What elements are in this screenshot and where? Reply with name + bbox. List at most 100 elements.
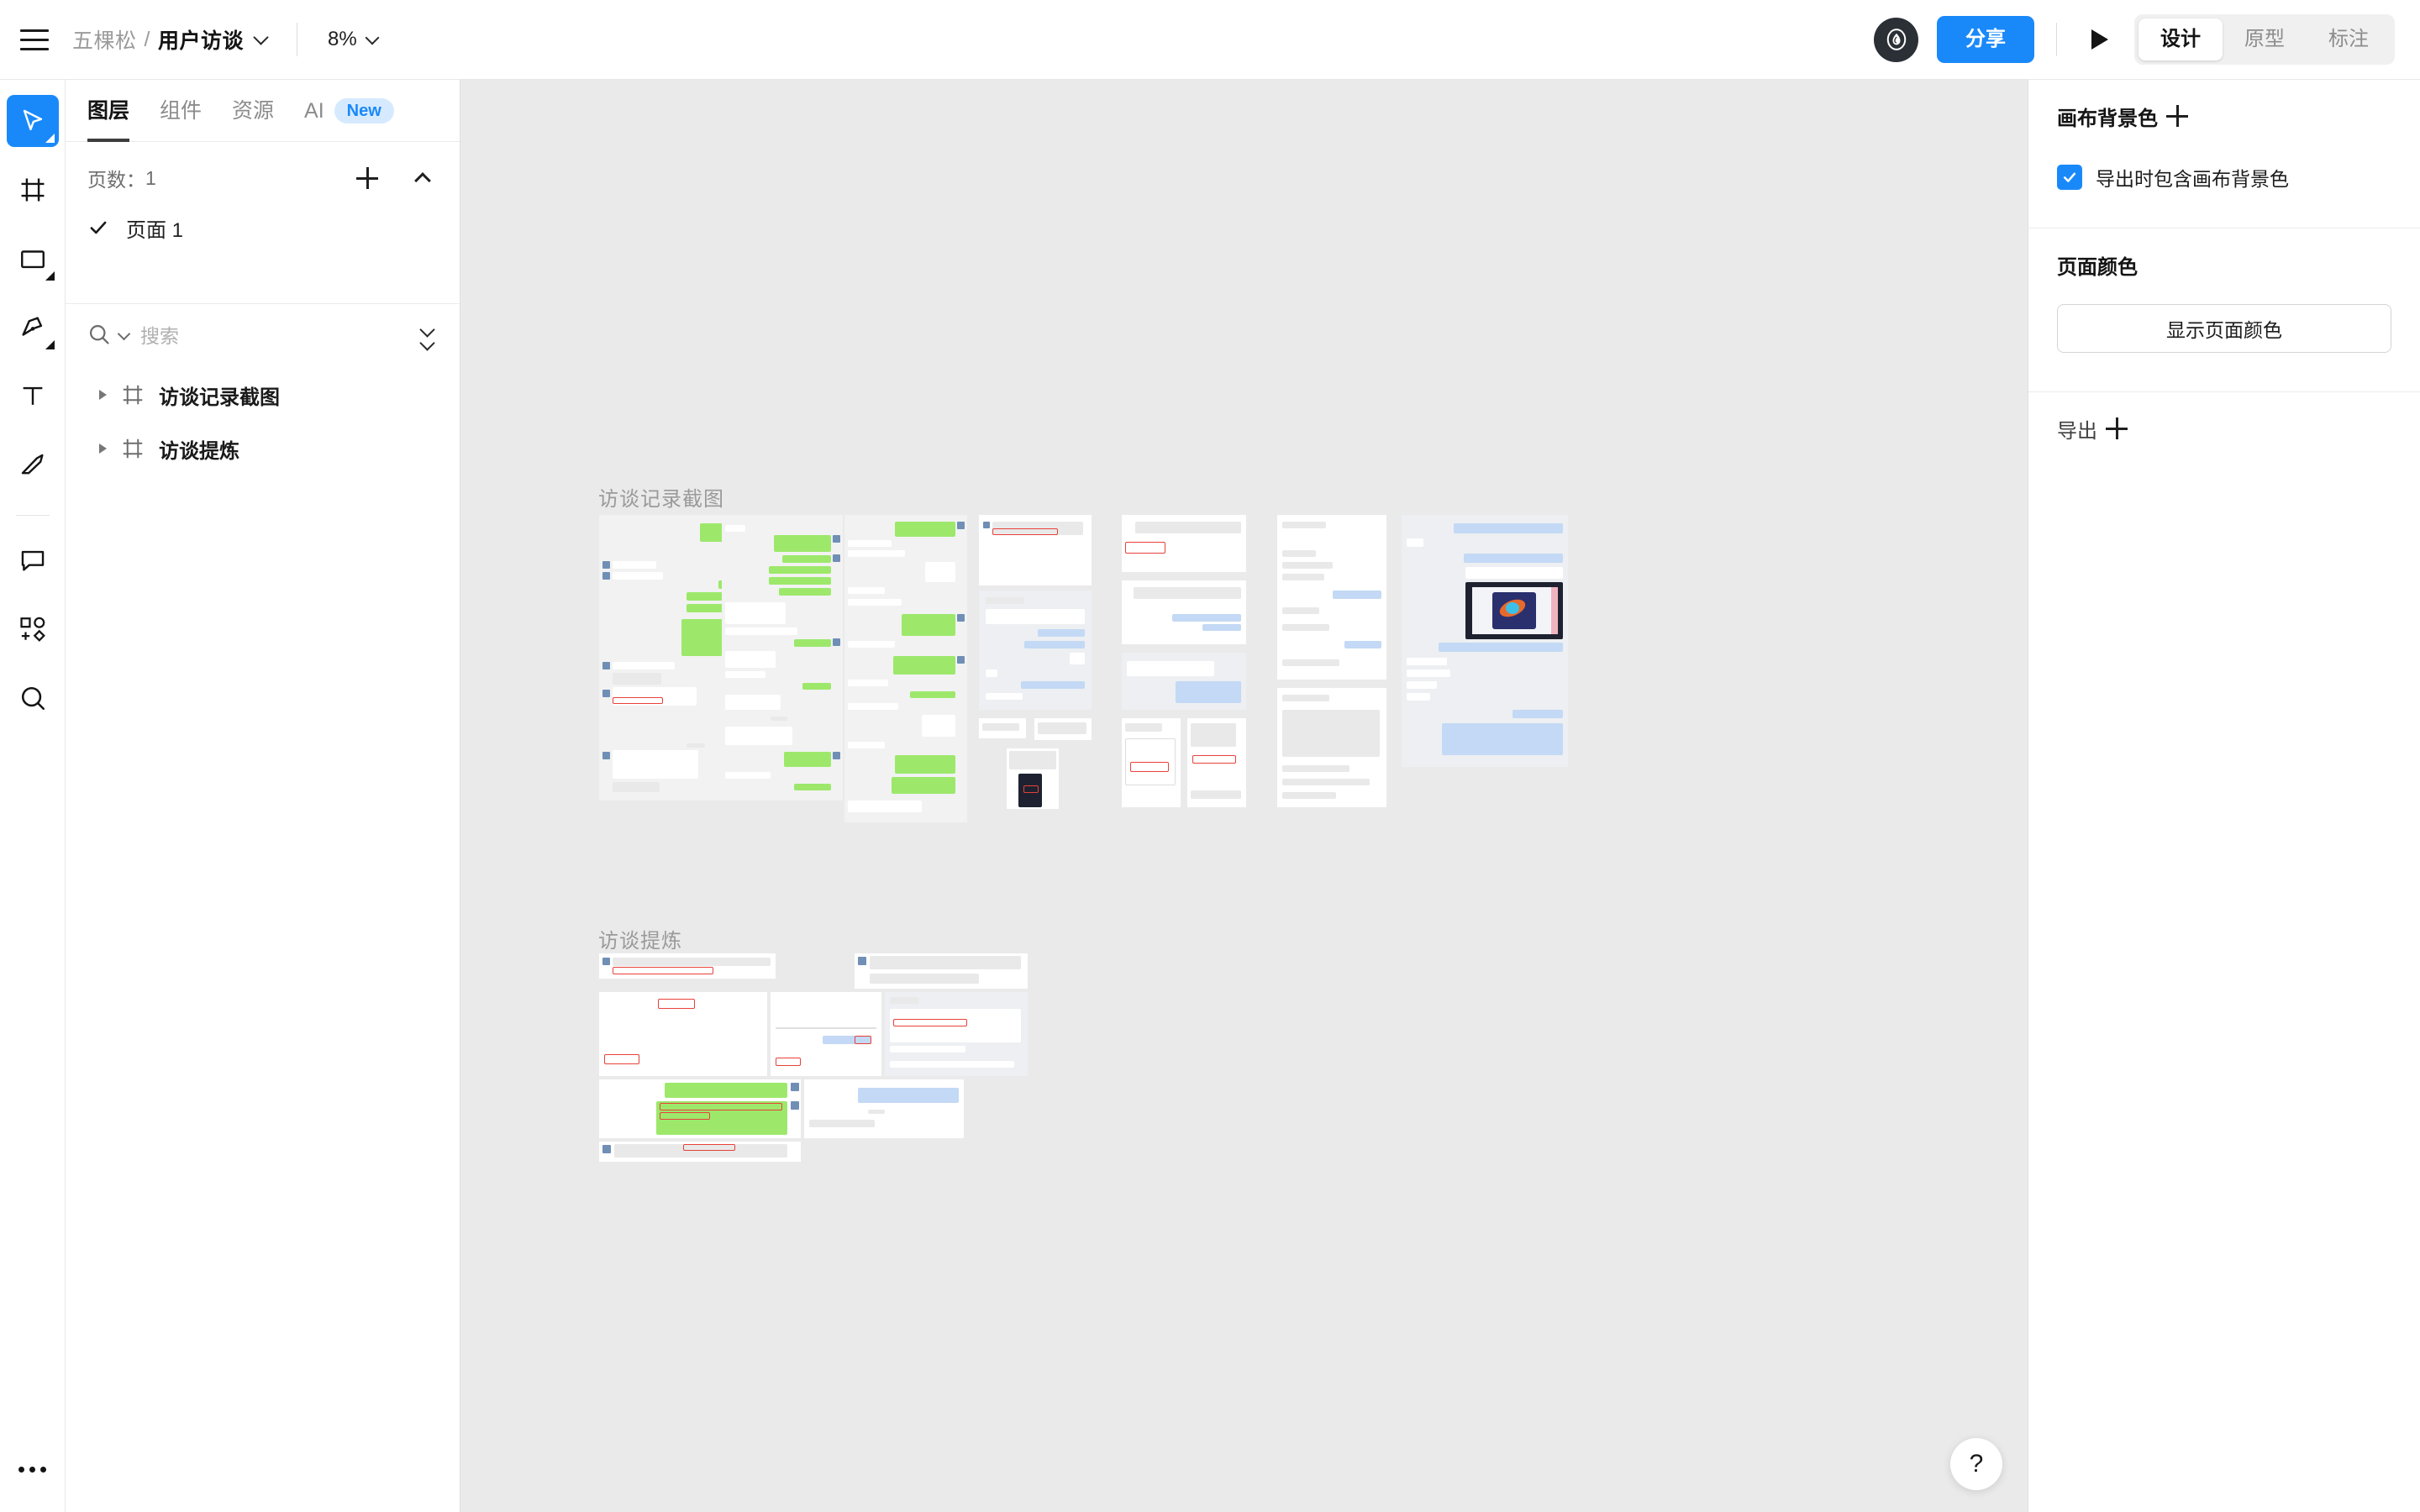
chevron-down-icon[interactable]	[253, 29, 269, 45]
canvas-artboard[interactable]	[1007, 748, 1059, 809]
canvas-artboard[interactable]	[1122, 718, 1181, 807]
play-icon[interactable]	[2079, 18, 2121, 60]
canvas-artboard[interactable]	[1122, 515, 1246, 572]
header-divider-2	[2056, 23, 2057, 56]
export-background-label: 导出时包含画布背景色	[2096, 168, 2289, 190]
plugin-tool[interactable]	[7, 603, 59, 655]
canvas-artboard[interactable]	[771, 992, 881, 1076]
rectangle-icon	[20, 250, 45, 269]
zoom-control[interactable]: 8%	[327, 28, 380, 51]
tool-expand-icon	[45, 134, 55, 143]
mode-switch: 设计 原型 标注	[2134, 14, 2395, 65]
canvas-artboard[interactable]	[1277, 688, 1386, 807]
search-icon[interactable]	[87, 323, 111, 350]
canvas-frame-label[interactable]: 访谈记录截图	[598, 482, 724, 512]
canvas-artboard[interactable]	[1187, 718, 1246, 807]
hamburger-icon[interactable]	[20, 22, 55, 57]
canvas-artboard[interactable]	[1122, 653, 1246, 710]
add-export-button[interactable]	[2097, 413, 2128, 444]
rectangle-tool[interactable]	[7, 233, 59, 285]
show-page-color-button[interactable]: 显示页面颜色	[2057, 304, 2391, 353]
plugin-icon	[19, 617, 45, 642]
slice-tool[interactable]	[7, 439, 59, 491]
zoom-tool[interactable]	[7, 672, 59, 724]
logo-icon	[1886, 29, 1906, 50]
list-item-page[interactable]: 页面 1	[66, 204, 460, 251]
frame-icon	[21, 178, 44, 202]
list-item-layer[interactable]: 访谈提炼	[66, 422, 460, 475]
tab-ai-label: AI	[304, 98, 324, 123]
canvas-artboard[interactable]	[1122, 580, 1246, 644]
right-panel: 画布背景色 导出时包含画布背景色 页面颜色 显示页面颜色 导出	[2028, 80, 2420, 1512]
canvas-artboard[interactable]	[979, 718, 1026, 738]
canvas-frame-label[interactable]: 访谈提炼	[598, 924, 682, 953]
knife-icon	[21, 454, 44, 475]
chevron-right-icon[interactable]	[99, 390, 107, 400]
canvas-artboard[interactable]	[804, 1079, 964, 1138]
checkbox[interactable]	[2057, 165, 2082, 190]
expand-all-icon[interactable]	[417, 319, 438, 354]
app-header: 五棵松 / 用户访谈 8% 分享 设计 原型 标注	[0, 0, 2420, 80]
tab-annotation[interactable]: 标注	[2307, 18, 2391, 60]
canvas-artboard[interactable]	[1034, 718, 1092, 740]
chevron-up-icon	[414, 172, 431, 189]
avatar[interactable]	[1874, 17, 1918, 62]
frame-icon	[123, 438, 143, 459]
collapse-pages-button[interactable]	[408, 163, 438, 193]
pages-count-value: 1	[145, 166, 156, 189]
canvas-artboard[interactable]	[722, 515, 843, 801]
zoom-level-label: 8%	[327, 28, 357, 50]
canvas-artboard[interactable]	[885, 992, 1028, 1076]
canvas-artboard[interactable]	[1402, 515, 1568, 767]
chevron-right-icon[interactable]	[99, 444, 107, 454]
new-badge: New	[334, 97, 394, 123]
canvas-artboard[interactable]	[599, 953, 776, 979]
export-background-checkbox-row[interactable]: 导出时包含画布背景色	[2057, 152, 2391, 202]
canvas-artboard[interactable]	[979, 515, 1092, 585]
list-item-layer[interactable]: 访谈记录截图	[66, 368, 460, 422]
add-page-button[interactable]	[352, 163, 382, 193]
tab-components[interactable]: 组件	[160, 80, 202, 142]
tab-prototype[interactable]: 原型	[2223, 18, 2307, 60]
tab-design[interactable]: 设计	[2139, 18, 2223, 60]
check-icon	[87, 217, 116, 239]
tab-resources[interactable]: 资源	[232, 80, 274, 142]
canvas-artboard[interactable]	[599, 992, 767, 1076]
plus-icon	[2166, 105, 2188, 127]
header-right-group: 分享 设计 原型 标注	[1874, 0, 2420, 79]
add-canvas-background-button[interactable]	[2158, 101, 2188, 131]
design-canvas[interactable]: 访谈记录截图 访谈提炼 ?	[460, 80, 2028, 1512]
left-toolbar	[0, 80, 66, 1512]
text-tool[interactable]	[7, 370, 59, 423]
breadcrumb-team[interactable]: 五棵松	[72, 24, 137, 55]
text-icon	[23, 386, 42, 405]
share-button[interactable]: 分享	[1937, 16, 2034, 63]
frame-tool[interactable]	[7, 164, 59, 216]
canvas-artboard[interactable]	[844, 515, 967, 822]
canvas-artboard[interactable]	[1277, 515, 1386, 680]
comment-tool[interactable]	[7, 534, 59, 586]
frame-icon	[123, 385, 143, 405]
cursor-tool[interactable]	[6, 95, 59, 147]
canvas-background-section: 画布背景色 导出时包含画布背景色	[2028, 80, 2420, 202]
canvas-artboard[interactable]	[855, 953, 1028, 989]
comment-icon	[21, 550, 44, 571]
canvas-artboard[interactable]	[979, 591, 1092, 710]
page-name: 页面 1	[126, 218, 184, 242]
cursor-icon	[23, 109, 42, 131]
tab-ai[interactable]: AI New	[304, 80, 394, 142]
search-icon	[21, 686, 45, 711]
toolbar-more-button[interactable]	[7, 1448, 59, 1490]
canvas-artboard[interactable]	[599, 1142, 801, 1162]
layer-name: 访谈提炼	[159, 439, 239, 463]
breadcrumb-file[interactable]: 用户访谈	[158, 24, 244, 55]
pen-tool[interactable]	[7, 302, 59, 354]
page-color-section: 页面颜色 显示页面颜色	[2028, 228, 2420, 353]
help-button[interactable]: ?	[1950, 1438, 2002, 1490]
left-panel: 图层 组件 资源 AI New 页数： 1 页面 1 搜索 访谈记录截图 访谈提…	[66, 80, 460, 1512]
pages-count-label: 页数：	[87, 169, 145, 191]
chevron-down-icon[interactable]	[117, 327, 131, 341]
tab-layers[interactable]: 图层	[87, 80, 130, 142]
search-input[interactable]	[140, 324, 417, 348]
canvas-artboard[interactable]	[599, 1079, 801, 1138]
